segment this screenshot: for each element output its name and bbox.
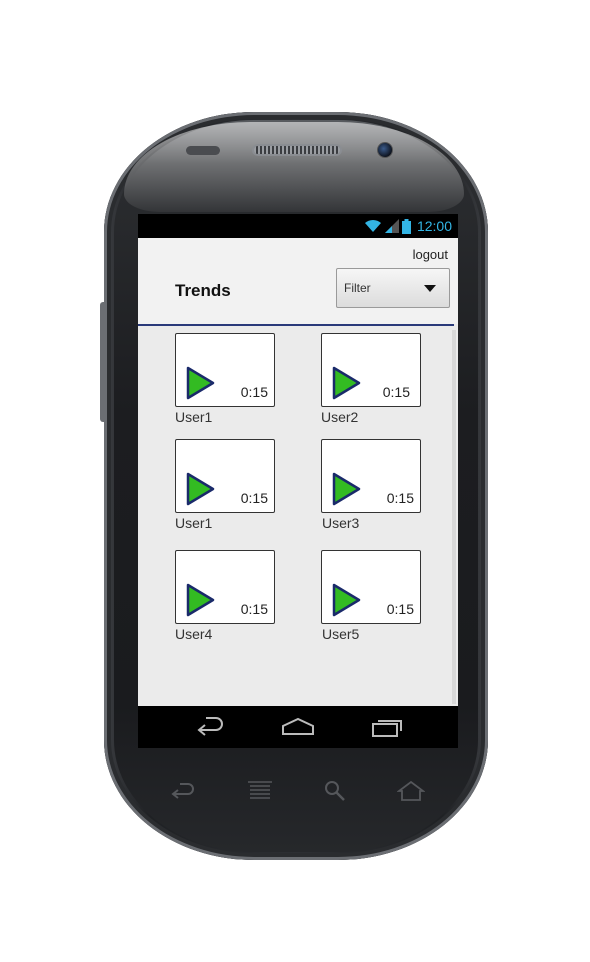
play-icon[interactable] (332, 366, 362, 400)
video-thumbnail[interactable]: 0:15 (175, 333, 275, 407)
video-user: User3 (322, 515, 360, 531)
video-thumbnail[interactable]: 0:15 (175, 550, 275, 624)
status-time: 12:00 (416, 218, 452, 234)
video-duration: 0:15 (386, 601, 414, 617)
chevron-down-icon (424, 285, 436, 292)
back-icon[interactable] (192, 716, 226, 738)
signal-icon (384, 219, 399, 233)
video-duration: 0:15 (240, 384, 268, 400)
header-divider (138, 324, 454, 326)
hardware-search-icon (325, 781, 345, 801)
play-icon[interactable] (186, 583, 216, 617)
page-title: Trends (175, 281, 231, 300)
logout-link[interactable]: logout (413, 247, 448, 262)
home-icon[interactable] (281, 716, 315, 738)
hardware-home-icon (397, 780, 425, 801)
play-icon[interactable] (332, 583, 362, 617)
front-camera (377, 142, 393, 158)
filter-dropdown[interactable]: Filter (336, 268, 450, 308)
video-tile[interactable]: 0:15 User4 (175, 550, 275, 642)
video-tile[interactable]: 0:15 User1 (175, 439, 275, 531)
video-tile[interactable]: 0:15 User1 (175, 333, 275, 425)
navigation-bar (138, 706, 458, 748)
video-thumbnail[interactable]: 0:15 (321, 439, 421, 513)
video-user: User5 (322, 626, 360, 642)
video-duration: 0:15 (240, 490, 268, 506)
proximity-sensor (186, 146, 220, 155)
play-icon[interactable] (332, 472, 362, 506)
video-tile[interactable]: 0:15 User3 (321, 439, 421, 531)
video-user: User2 (321, 409, 359, 425)
play-icon[interactable] (186, 472, 216, 506)
video-thumbnail[interactable]: 0:15 (321, 550, 421, 624)
video-user: User1 (175, 409, 213, 425)
video-thumbnail[interactable]: 0:15 (321, 333, 421, 407)
phone-gloss (124, 122, 464, 212)
video-thumbnail[interactable]: 0:15 (175, 439, 275, 513)
filter-label: Filter (344, 281, 371, 295)
wifi-icon (364, 219, 381, 232)
trends-screen: logout Trends Filter 0:15 User1 0:15 Use… (138, 238, 458, 706)
video-user: User4 (175, 626, 213, 642)
status-bar: 12:00 (138, 214, 458, 238)
play-icon[interactable] (186, 366, 216, 400)
recents-icon[interactable] (370, 716, 404, 738)
battery-icon (401, 218, 411, 234)
header: logout Trends Filter (138, 238, 458, 324)
video-duration: 0:15 (382, 384, 410, 400)
scrollbar[interactable] (452, 330, 456, 704)
earpiece-speaker (252, 144, 342, 156)
video-user: User1 (175, 515, 213, 531)
phone-screen: 12:00 logout Trends Filter 0:15 User1 0:… (138, 214, 458, 748)
video-tile[interactable]: 0:15 User5 (321, 550, 421, 642)
video-tile[interactable]: 0:15 User2 (321, 333, 421, 425)
video-duration: 0:15 (240, 601, 268, 617)
video-duration: 0:15 (386, 490, 414, 506)
hardware-menu-icon (248, 781, 272, 799)
hardware-back-icon (171, 783, 194, 799)
